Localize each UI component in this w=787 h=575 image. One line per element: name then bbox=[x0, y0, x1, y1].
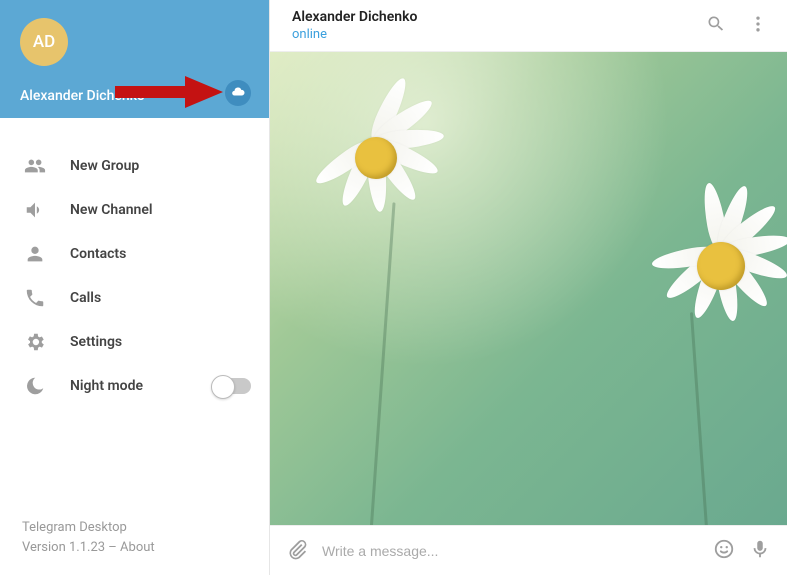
chat-title-block[interactable]: Alexander Dichenko online bbox=[292, 9, 697, 42]
chat-title: Alexander Dichenko bbox=[292, 9, 697, 25]
menu-label: Calls bbox=[70, 290, 101, 306]
more-vertical-icon bbox=[748, 14, 768, 38]
smile-icon bbox=[713, 538, 735, 564]
menu-label: New Group bbox=[70, 158, 139, 174]
night-icon bbox=[24, 375, 46, 397]
sidebar: AD Alexander Dichenko New Group New Ch bbox=[0, 0, 270, 575]
menu-item-calls[interactable]: Calls bbox=[0, 276, 269, 320]
microphone-icon bbox=[749, 538, 771, 564]
avatar[interactable]: AD bbox=[20, 18, 68, 66]
menu-item-contacts[interactable]: Contacts bbox=[0, 232, 269, 276]
avatar-initials: AD bbox=[33, 32, 55, 52]
sidebar-menu: New Group New Channel Contacts Calls Set… bbox=[0, 118, 269, 518]
search-icon bbox=[706, 14, 726, 38]
more-button[interactable] bbox=[747, 15, 769, 37]
channel-icon bbox=[24, 199, 46, 221]
contacts-icon bbox=[24, 243, 46, 265]
calls-icon bbox=[24, 287, 46, 309]
paperclip-icon bbox=[286, 538, 308, 564]
chat-status: online bbox=[292, 27, 697, 42]
menu-item-night-mode[interactable]: Night mode bbox=[0, 364, 269, 408]
search-button[interactable] bbox=[705, 15, 727, 37]
settings-icon bbox=[24, 331, 46, 353]
emoji-button[interactable] bbox=[713, 540, 735, 562]
version-about[interactable]: Version 1.1.23 – About bbox=[22, 538, 247, 558]
group-icon bbox=[24, 155, 46, 177]
menu-item-new-group[interactable]: New Group bbox=[0, 144, 269, 188]
menu-label: Settings bbox=[70, 334, 122, 350]
menu-label: Contacts bbox=[70, 246, 126, 262]
app-name: Telegram Desktop bbox=[22, 518, 247, 538]
decorative-flower bbox=[270, 52, 440, 222]
chat-header: Alexander Dichenko online bbox=[270, 0, 787, 52]
chat-background bbox=[270, 52, 787, 525]
sidebar-footer: Telegram Desktop Version 1.1.23 – About bbox=[0, 518, 269, 575]
voice-button[interactable] bbox=[749, 540, 771, 562]
menu-item-new-channel[interactable]: New Channel bbox=[0, 188, 269, 232]
attach-button[interactable] bbox=[286, 540, 308, 562]
message-input[interactable] bbox=[322, 543, 699, 559]
menu-label: Night mode bbox=[70, 378, 143, 394]
menu-item-settings[interactable]: Settings bbox=[0, 320, 269, 364]
saved-messages-cloud-button[interactable] bbox=[225, 80, 251, 106]
cloud-icon bbox=[231, 84, 245, 103]
sidebar-header: AD Alexander Dichenko bbox=[0, 0, 269, 118]
night-mode-toggle[interactable] bbox=[213, 378, 251, 394]
chat-panel: Alexander Dichenko online bbox=[270, 0, 787, 575]
menu-label: New Channel bbox=[70, 202, 153, 218]
profile-name[interactable]: Alexander Dichenko bbox=[20, 88, 249, 104]
compose-bar bbox=[270, 525, 787, 575]
